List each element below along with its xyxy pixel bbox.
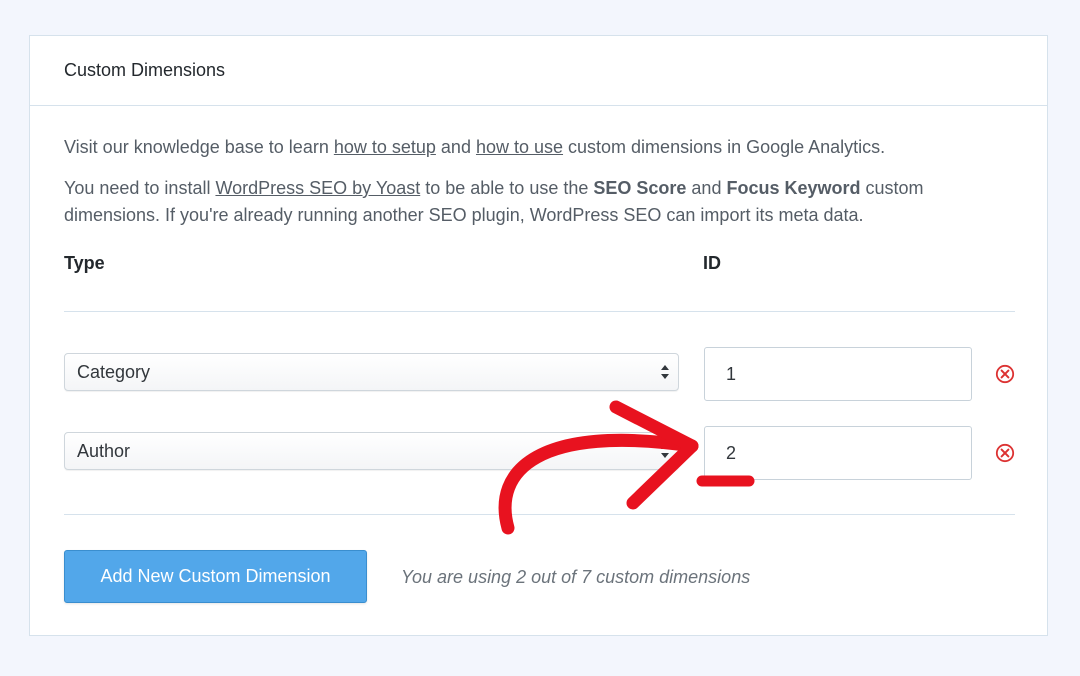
select-arrows-icon <box>661 444 669 458</box>
type-column-header: Type <box>64 253 105 273</box>
remove-circle-icon[interactable] <box>995 364 1015 384</box>
dimension-row: Category <box>64 347 1015 401</box>
remove-circle-icon[interactable] <box>995 443 1015 463</box>
table-bottom-divider <box>64 514 1015 515</box>
id-column-header: ID <box>703 253 721 273</box>
select-value: Category <box>77 361 151 382</box>
intro-text: custom dimensions in Google Analytics. <box>563 137 886 157</box>
intro-text: Visit our knowledge base to learn <box>64 137 334 157</box>
wordpress-seo-link[interactable]: WordPress SEO by Yoast <box>215 178 420 198</box>
custom-dimensions-panel: Custom Dimensions Visit our knowledge ba… <box>29 35 1048 636</box>
panel-header: Custom Dimensions <box>30 36 1047 106</box>
panel-body: Visit our knowledge base to learn how to… <box>30 106 1047 293</box>
focus-keyword-label: Focus Keyword <box>726 178 861 198</box>
seo-plugin-paragraph: You need to install WordPress SEO by Yoa… <box>64 175 1013 229</box>
add-new-custom-dimension-button[interactable]: Add New Custom Dimension <box>64 550 367 603</box>
seo-score-label: SEO Score <box>593 178 687 198</box>
how-to-use-link[interactable]: how to use <box>476 137 563 157</box>
intro-text: and <box>435 137 476 157</box>
knowledge-base-paragraph: Visit our knowledge base to learn how to… <box>64 106 1013 161</box>
intro-text: to be able to use the <box>420 178 594 198</box>
dimension-id-input[interactable] <box>704 347 972 401</box>
select-value: Author <box>77 440 131 461</box>
how-to-setup-link[interactable]: how to setup <box>334 137 436 157</box>
intro-text: and <box>686 178 727 198</box>
dimension-type-select[interactable]: Category <box>64 353 679 391</box>
dimension-type-select[interactable]: Author <box>64 432 679 470</box>
table-top-divider <box>64 311 1015 312</box>
select-arrows-icon <box>661 365 669 379</box>
table-header: Type ID <box>64 253 1013 293</box>
panel-title: Custom Dimensions <box>64 60 226 80</box>
dimension-row: Author <box>64 426 1015 480</box>
intro-text: You need to install <box>64 178 216 198</box>
usage-counter: You are using 2 out of 7 custom dimensio… <box>401 567 751 587</box>
dimension-id-input[interactable] <box>704 426 972 480</box>
